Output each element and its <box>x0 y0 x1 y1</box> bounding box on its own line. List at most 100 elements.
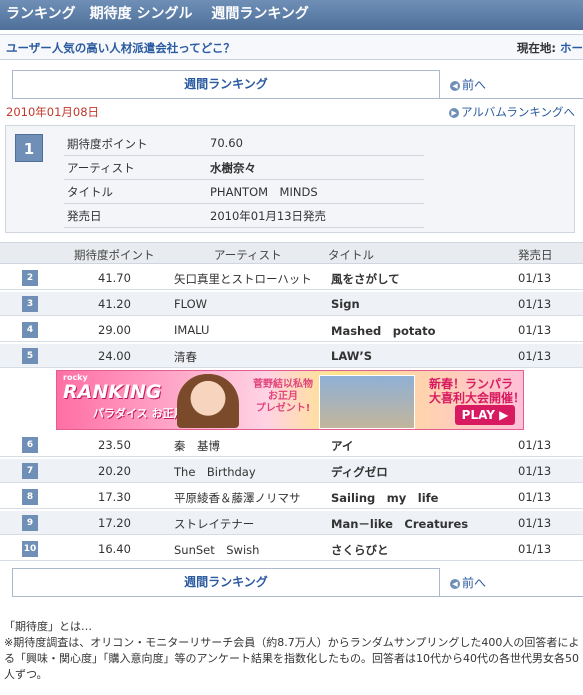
detail-row: アーティスト 水樹奈々 <box>64 156 424 180</box>
chevron-left-icon: ◀ <box>450 80 460 91</box>
page-title: ランキング 期待度 シングル 週間ランキング <box>0 0 583 30</box>
header-date: 発売日 <box>518 248 553 262</box>
tab-weekly-ranking[interactable]: 週間ランキング <box>12 568 440 596</box>
points: 41.20 <box>98 297 131 311</box>
artist: 秦 基博 <box>174 439 220 453</box>
detail-key: アーティスト <box>67 161 135 175</box>
points: 24.00 <box>98 349 131 363</box>
footnote: 「期待度」とは… ※期待度調査は、オリコン・モニターリサーチ会員（約8.7万人）… <box>4 619 582 683</box>
table-row: 4 29.00 IMALU Mashed potato 01/13 <box>0 318 583 342</box>
detail-row: 期待度ポイント 70.60 <box>64 132 424 156</box>
points: 17.30 <box>98 490 131 504</box>
release-date: 01/13 <box>518 464 552 478</box>
detail-row: 発売日 2010年01月13日発売 <box>64 204 424 228</box>
footnote-title: 「期待度」とは… <box>4 620 92 633</box>
artist: The Birthday <box>174 465 256 479</box>
gift-line2: お正月 <box>268 391 298 402</box>
points: 20.20 <box>98 464 131 478</box>
title: Man－like Creatures <box>331 517 469 531</box>
release-date: 01/13 <box>518 297 552 311</box>
table-row: 9 17.20 ストレイテナー Man－like Creatures 01/13 <box>0 511 583 535</box>
breadcrumb: 現在地: ホー <box>517 40 583 56</box>
chevron-right-icon: ▶ <box>449 107 460 118</box>
tab-bar-bottom: 週間ランキング ◀ 前へ <box>12 568 583 597</box>
subheader-bar: ユーザー人気の高い人材派遣会社ってどこ？ 現在地: ホー <box>0 34 583 60</box>
play-button[interactable]: PLAY ▶ <box>455 405 515 425</box>
release-date: 01/13 <box>518 438 552 452</box>
chevron-left-icon: ◀ <box>450 578 460 589</box>
question-link[interactable]: ユーザー人気の高い人材派遣会社ってどこ？ <box>6 40 235 56</box>
ranking-paradise-banner[interactable]: rocky RANKING パラダイス お正月SP! 菅野結以私物お正月プレゼン… <box>56 370 524 430</box>
points: 41.70 <box>98 271 131 285</box>
gift-line1: 菅野結以私物 <box>253 379 313 390</box>
points: 23.50 <box>98 438 131 452</box>
artist: IMALU <box>174 323 210 337</box>
title: Sign <box>331 297 360 311</box>
rank-badge: 5 <box>22 348 38 364</box>
detail-row: タイトル PHANTOM MINDS <box>64 180 424 204</box>
tab-bar-top: 週間ランキング ◀ 前へ <box>12 70 583 99</box>
detail-value: 70.60 <box>210 136 243 150</box>
artist: 平原綾香＆藤澤ノリマサ <box>174 491 301 505</box>
banner-portrait <box>177 374 239 428</box>
artist: 清春 <box>174 350 197 364</box>
detail-key: 期待度ポイント <box>67 137 148 151</box>
tab-weekly-ranking[interactable]: 週間ランキング <box>12 70 440 98</box>
rank-badge: 9 <box>22 515 38 531</box>
detail-value: PHANTOM MINDS <box>210 185 318 199</box>
title: Mashed potato <box>331 324 436 338</box>
title: 風をさがして <box>331 272 400 286</box>
top-rank-box: 1 期待度ポイント 70.60 アーティスト 水樹奈々 タイトル PHANTOM MI… <box>5 125 575 233</box>
prev-label: 前へ <box>462 78 487 92</box>
artist: 矢口真里とストローハット <box>174 272 312 286</box>
top-rank-details: 期待度ポイント 70.60 アーティスト 水樹奈々 タイトル PHANTOM MIND… <box>64 132 424 228</box>
release-date: 01/13 <box>518 542 552 556</box>
table-row: 7 20.20 The Birthday ディグゼロ 01/13 <box>0 459 583 483</box>
title: さくらびと <box>331 543 389 557</box>
banner-group-photo <box>319 375 415 429</box>
release-date: 01/13 <box>518 349 552 363</box>
table-row: 2 41.70 矢口真里とストローハット 風をさがして 01/13 <box>0 266 583 290</box>
prev-link[interactable]: ◀ 前へ <box>450 574 486 591</box>
rank-badge: 4 <box>22 322 38 338</box>
album-ranking-link[interactable]: ▶ アルバムランキングへ <box>449 104 575 120</box>
prev-link[interactable]: ◀ 前へ <box>450 76 486 93</box>
rank-badge: 10 <box>22 541 38 557</box>
footnote-body: ※期待度調査は、オリコン・モニターリサーチ会員（約8.7万人）からランダムサンプ… <box>4 636 580 681</box>
points: 16.40 <box>98 542 131 556</box>
points: 29.00 <box>98 323 131 337</box>
title: アイ <box>331 439 354 453</box>
release-date: 01/13 <box>518 271 552 285</box>
artist: ストレイテナー <box>174 517 255 531</box>
artist: FLOW <box>174 297 208 311</box>
release-date: 01/13 <box>518 323 552 337</box>
rank-badge: 6 <box>22 437 38 453</box>
table-header: 期待度ポイント アーティスト タイトル 発売日 <box>0 242 583 264</box>
points: 17.20 <box>98 516 131 530</box>
table-row: 8 17.30 平原綾香＆藤澤ノリマサ Sailing my life 01/13 <box>0 485 583 509</box>
prev-label: 前へ <box>462 576 487 590</box>
detail-value: 水樹奈々 <box>210 161 256 175</box>
rank-badge: 1 <box>15 134 43 162</box>
table-row: 10 16.40 SunSet Swish さくらびと 01/13 <box>0 537 583 561</box>
table-row: 5 24.00 清春 LAW’S 01/13 <box>0 344 583 368</box>
header-title: タイトル <box>328 248 374 262</box>
banner-right-line2: 大喜利大会開催！ <box>429 391 524 405</box>
detail-key: 発売日 <box>67 209 102 223</box>
detail-key: タイトル <box>67 185 113 199</box>
table-row: 6 23.50 秦 基博 アイ 01/13 <box>0 433 583 457</box>
release-date: 01/13 <box>518 490 552 504</box>
rank-badge: 8 <box>22 489 38 505</box>
ranking-date: 2010年01月08日 <box>6 105 100 119</box>
rank-badge: 2 <box>22 270 38 286</box>
header-points: 期待度ポイント <box>74 248 155 262</box>
release-date: 01/13 <box>518 516 552 530</box>
table-row: 3 41.20 FLOW Sign 01/13 <box>0 292 583 316</box>
gift-line3: プレゼント! <box>255 403 311 414</box>
rank-badge: 7 <box>22 463 38 479</box>
rank-badge: 3 <box>22 296 38 312</box>
location-prefix: 現在地: <box>516 41 556 55</box>
album-link-label: アルバムランキングへ <box>461 105 575 119</box>
title: LAW’S <box>331 349 373 363</box>
breadcrumb-home-link[interactable]: ホー <box>560 41 583 55</box>
